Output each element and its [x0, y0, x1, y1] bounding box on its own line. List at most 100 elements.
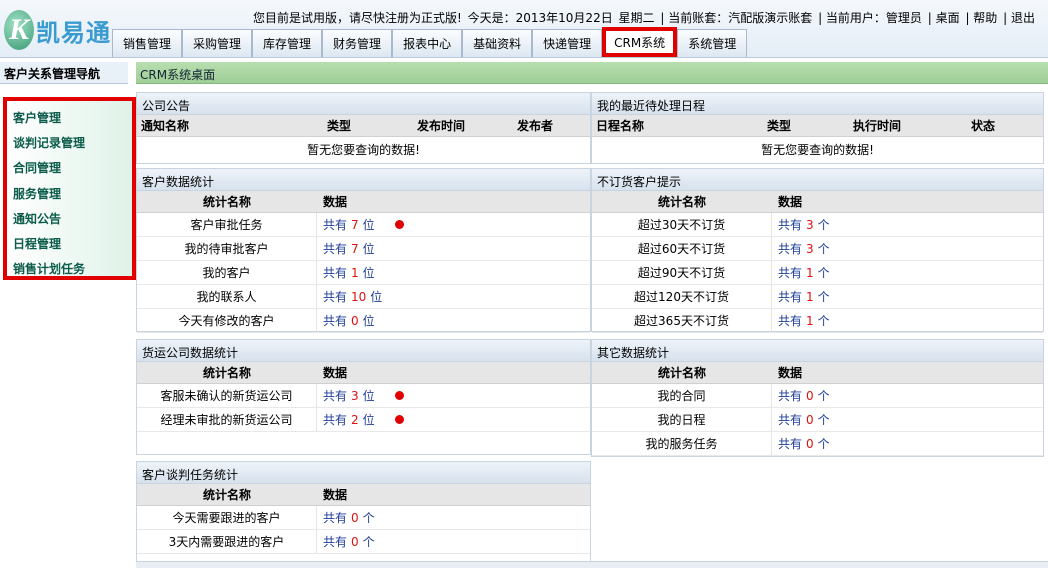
- count-unit[interactable]: 个: [363, 509, 375, 526]
- col-schedule-name: 日程名称: [596, 119, 645, 133]
- schedule-empty: 暂无您要查询的数据!: [761, 142, 874, 157]
- stat-name: 我的日程: [592, 408, 772, 431]
- table-row: 经理未审批的新货运公司 共有 2 位: [137, 408, 590, 432]
- count-unit[interactable]: 个: [818, 435, 830, 452]
- count-unit[interactable]: 个: [818, 264, 830, 281]
- stat-name: 客服未确认的新货运公司: [137, 384, 317, 407]
- tab-2[interactable]: 库存管理: [252, 29, 323, 57]
- count-unit[interactable]: 位: [363, 387, 375, 404]
- count-prefix[interactable]: 共有: [778, 216, 802, 233]
- sidebar-item-4[interactable]: 通知公告: [7, 206, 132, 231]
- count-value[interactable]: 3: [806, 218, 814, 232]
- col-stat-name: 统计名称: [657, 366, 706, 380]
- table-row: 我的客户 共有 1 位: [137, 261, 590, 285]
- count-unit[interactable]: 个: [363, 533, 375, 550]
- count-unit[interactable]: 位: [363, 264, 375, 281]
- panel-header: 统计名称 数据: [592, 362, 1043, 384]
- count-prefix[interactable]: 共有: [778, 387, 802, 404]
- desktop-link[interactable]: | 桌面: [928, 11, 960, 25]
- table-row: 超过365天不订货 共有 1 个: [592, 309, 1043, 333]
- panel-header: 统计名称 数据: [137, 191, 590, 213]
- count-prefix[interactable]: 共有: [778, 411, 802, 428]
- count-unit[interactable]: 个: [818, 312, 830, 329]
- count-value[interactable]: 1: [351, 266, 359, 280]
- tab-3[interactable]: 财务管理: [322, 29, 393, 57]
- count-value[interactable]: 0: [806, 437, 814, 451]
- count-unit[interactable]: 个: [818, 288, 830, 305]
- table-row: 我的联系人 共有 10 位: [137, 285, 590, 309]
- count-unit[interactable]: 位: [363, 216, 375, 233]
- stat-name: 经理未审批的新货运公司: [137, 408, 317, 431]
- count-prefix[interactable]: 共有: [778, 264, 802, 281]
- tab-0[interactable]: 销售管理: [112, 29, 183, 57]
- sidebar-item-6[interactable]: 销售计划任务: [7, 256, 132, 281]
- count-value[interactable]: 0: [806, 413, 814, 427]
- col-data: 数据: [323, 195, 348, 209]
- tab-6[interactable]: 快递管理: [532, 29, 603, 57]
- col-publisher: 发布者: [517, 119, 554, 133]
- count-value[interactable]: 1: [806, 314, 814, 328]
- stat-name: 3天内需要跟进的客户: [137, 530, 317, 553]
- count-prefix[interactable]: 共有: [778, 240, 802, 257]
- stat-data: 共有 0 个: [772, 411, 830, 428]
- count-prefix[interactable]: 共有: [323, 216, 347, 233]
- stat-data: 共有 10 位: [317, 288, 382, 305]
- count-prefix[interactable]: 共有: [778, 435, 802, 452]
- table-row: 我的服务任务 共有 0 个: [592, 432, 1043, 456]
- count-value[interactable]: 0: [806, 389, 814, 403]
- count-value[interactable]: 3: [806, 242, 814, 256]
- count-unit[interactable]: 位: [363, 240, 375, 257]
- stat-name: 超过60天不订货: [592, 237, 772, 260]
- count-unit[interactable]: 个: [818, 411, 830, 428]
- count-value[interactable]: 0: [351, 535, 359, 549]
- help-link[interactable]: | 帮助: [965, 11, 997, 25]
- count-value[interactable]: 7: [351, 242, 359, 256]
- panel-title: 货运公司数据统计: [137, 340, 590, 362]
- sidebar-item-0[interactable]: 客户管理: [7, 105, 132, 130]
- stat-name: 客户审批任务: [137, 213, 317, 236]
- count-value[interactable]: 2: [351, 413, 359, 427]
- stat-name: 超过365天不订货: [592, 309, 772, 332]
- col-type: 类型: [767, 119, 792, 133]
- tab-4[interactable]: 报表中心: [392, 29, 463, 57]
- tab-5[interactable]: 基础资料: [462, 29, 533, 57]
- horizontal-scrollbar[interactable]: [136, 561, 1048, 568]
- count-unit[interactable]: 个: [818, 216, 830, 233]
- count-unit[interactable]: 个: [818, 387, 830, 404]
- count-value[interactable]: 7: [351, 218, 359, 232]
- count-prefix[interactable]: 共有: [323, 264, 347, 281]
- no-order-panel: 不订货客户提示 统计名称 数据 超过30天不订货 共有 3 个超过60天不订货 共有 3 个超过9…: [591, 168, 1044, 333]
- sidebar-item-3[interactable]: 服务管理: [7, 181, 132, 206]
- count-value[interactable]: 0: [351, 511, 359, 525]
- count-prefix[interactable]: 共有: [778, 312, 802, 329]
- count-unit[interactable]: 位: [363, 411, 375, 428]
- table-row: 超过60天不订货 共有 3 个: [592, 237, 1043, 261]
- count-prefix[interactable]: 共有: [323, 312, 347, 329]
- exit-link[interactable]: | 退出: [1003, 11, 1035, 25]
- sidebar-item-2[interactable]: 合同管理: [7, 155, 132, 180]
- tab-7[interactable]: CRM系统: [602, 27, 678, 57]
- count-prefix[interactable]: 共有: [323, 411, 347, 428]
- tab-8[interactable]: 系统管理: [677, 29, 748, 57]
- sidebar-item-1[interactable]: 谈判记录管理: [7, 130, 132, 155]
- count-value[interactable]: 1: [806, 290, 814, 304]
- count-prefix[interactable]: 共有: [323, 387, 347, 404]
- col-data: 数据: [323, 366, 348, 380]
- count-unit[interactable]: 个: [818, 240, 830, 257]
- tab-1[interactable]: 采购管理: [182, 29, 253, 57]
- schedule-header: 日程名称 类型 执行时间 状态: [592, 115, 1043, 137]
- count-prefix[interactable]: 共有: [323, 509, 347, 526]
- count-prefix[interactable]: 共有: [323, 533, 347, 550]
- count-unit[interactable]: 位: [363, 312, 375, 329]
- count-value[interactable]: 10: [351, 290, 366, 304]
- count-value[interactable]: 3: [351, 389, 359, 403]
- count-prefix[interactable]: 共有: [323, 240, 347, 257]
- panel-title: 其它数据统计: [592, 340, 1043, 362]
- sidebar-item-5[interactable]: 日程管理: [7, 231, 132, 256]
- count-prefix[interactable]: 共有: [323, 288, 347, 305]
- count-prefix[interactable]: 共有: [778, 288, 802, 305]
- count-unit[interactable]: 位: [370, 288, 382, 305]
- count-value[interactable]: 0: [351, 314, 359, 328]
- logo-mark: K: [4, 10, 34, 50]
- count-value[interactable]: 1: [806, 266, 814, 280]
